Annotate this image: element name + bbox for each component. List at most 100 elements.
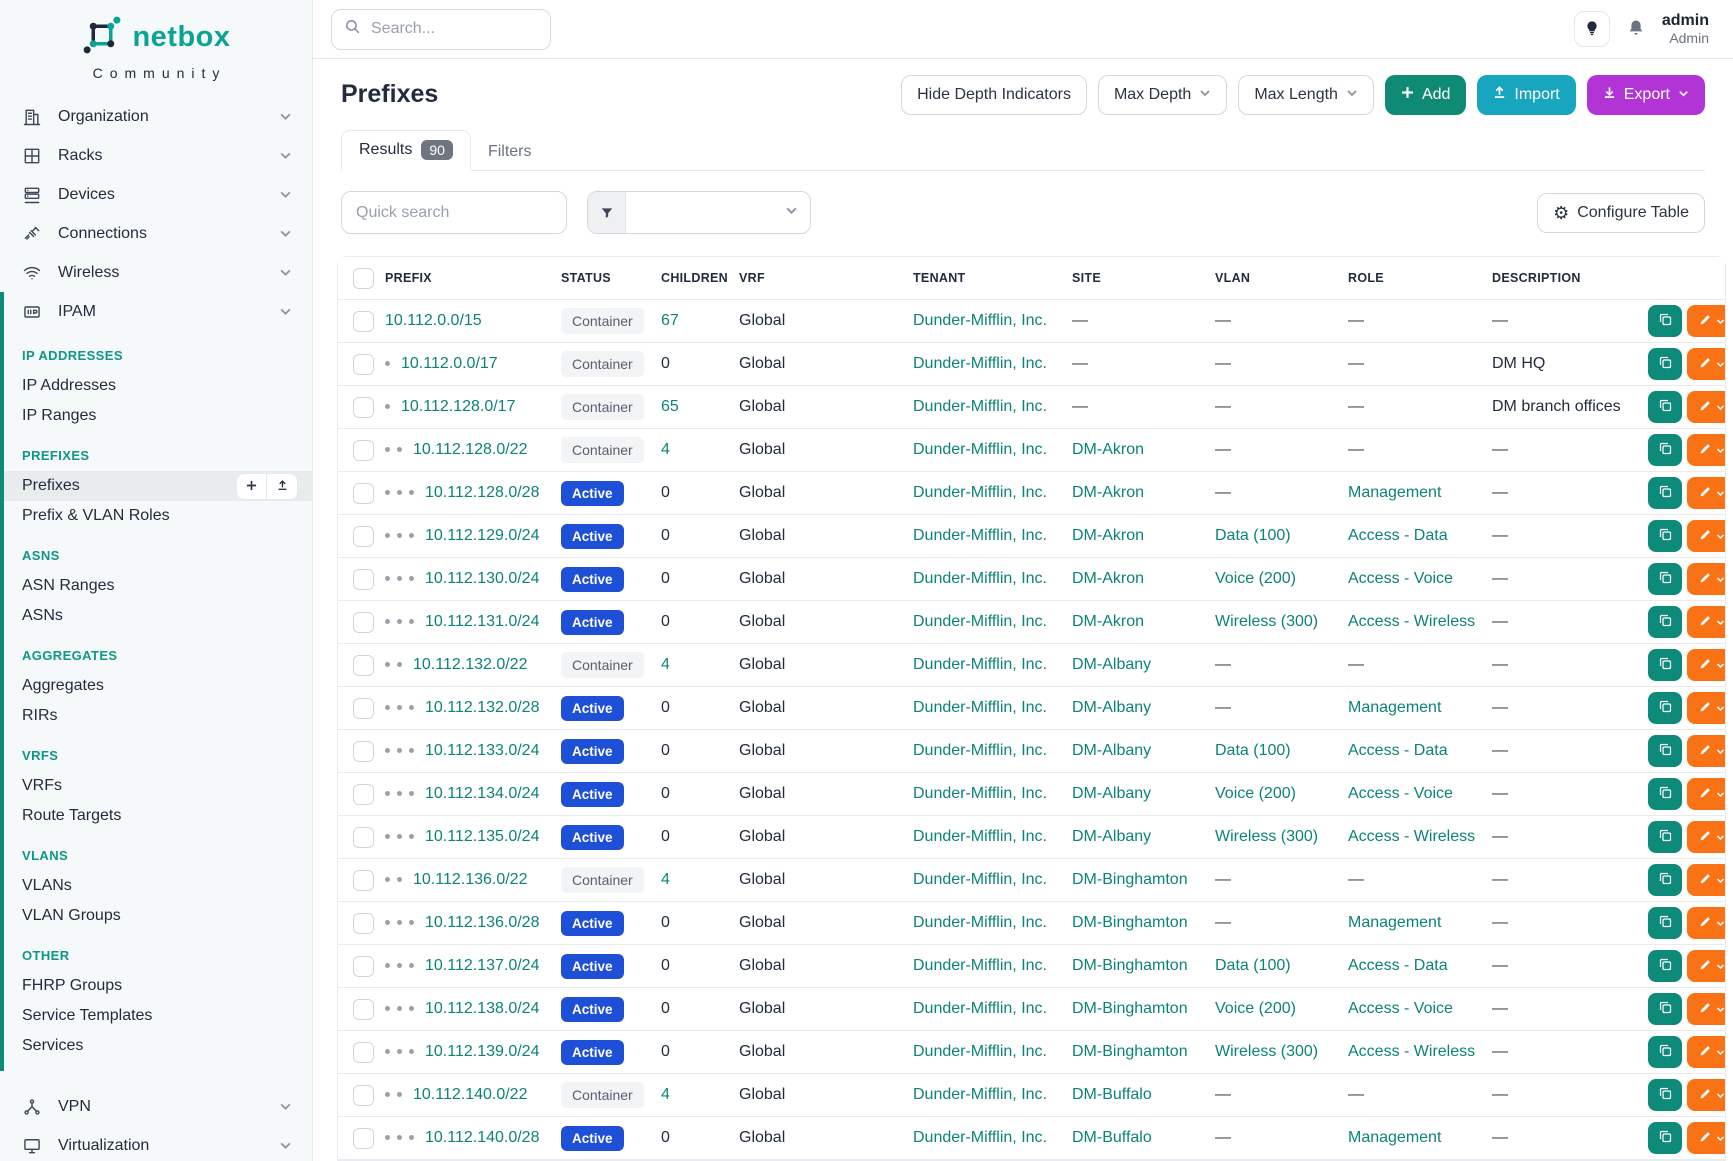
clone-button[interactable] bbox=[1648, 1079, 1682, 1111]
tenant-link[interactable]: Dunder-Mifflin, Inc. bbox=[913, 957, 1047, 974]
global-search[interactable] bbox=[331, 9, 551, 50]
row-checkbox[interactable] bbox=[353, 569, 374, 590]
sidebar-item-vrfs[interactable]: VRFs bbox=[4, 771, 312, 801]
clone-button[interactable] bbox=[1648, 864, 1682, 896]
add-button[interactable]: Add bbox=[1385, 75, 1466, 115]
prefix-link[interactable]: 10.112.137.0/24 bbox=[425, 957, 539, 974]
vlan-link[interactable]: Data (100) bbox=[1215, 742, 1291, 759]
quick-add-button[interactable] bbox=[236, 473, 267, 500]
prefix-link[interactable]: 10.112.139.0/24 bbox=[425, 1043, 539, 1060]
edit-dropdown-button[interactable] bbox=[1687, 692, 1725, 724]
column-header-tenant[interactable]: TENANT bbox=[904, 257, 1063, 300]
prefix-link[interactable]: 10.112.131.0/24 bbox=[425, 613, 539, 630]
edit-dropdown-button[interactable] bbox=[1687, 1079, 1725, 1111]
edit-dropdown-button[interactable] bbox=[1687, 348, 1725, 380]
prefix-link[interactable]: 10.112.132.0/22 bbox=[413, 656, 527, 673]
sidebar-item-connections[interactable]: Connections bbox=[0, 214, 312, 253]
edit-dropdown-button[interactable] bbox=[1687, 821, 1725, 853]
tenant-link[interactable]: Dunder-Mifflin, Inc. bbox=[913, 785, 1047, 802]
site-link[interactable]: DM-Buffalo bbox=[1072, 1129, 1152, 1146]
row-checkbox[interactable] bbox=[353, 827, 374, 848]
role-link[interactable]: Management bbox=[1348, 699, 1441, 716]
site-link[interactable]: DM-Akron bbox=[1072, 613, 1144, 630]
clone-button[interactable] bbox=[1648, 606, 1682, 638]
role-link[interactable]: Access - Data bbox=[1348, 527, 1448, 544]
sidebar-item-asn-ranges[interactable]: ASN Ranges bbox=[4, 571, 312, 601]
clone-button[interactable] bbox=[1648, 649, 1682, 681]
prefix-link[interactable]: 10.112.140.0/22 bbox=[413, 1086, 527, 1103]
row-checkbox[interactable] bbox=[353, 655, 374, 676]
sidebar-item-ipam[interactable]: IPAM bbox=[4, 292, 312, 331]
site-link[interactable]: DM-Buffalo bbox=[1072, 1086, 1152, 1103]
role-link[interactable]: Access - Voice bbox=[1348, 570, 1453, 587]
tenant-link[interactable]: Dunder-Mifflin, Inc. bbox=[913, 656, 1047, 673]
notifications-button[interactable] bbox=[1626, 18, 1646, 41]
sidebar-item-services[interactable]: Services bbox=[4, 1031, 312, 1061]
edit-dropdown-button[interactable] bbox=[1687, 907, 1725, 939]
edit-dropdown-button[interactable] bbox=[1687, 649, 1725, 681]
clone-button[interactable] bbox=[1648, 735, 1682, 767]
tenant-link[interactable]: Dunder-Mifflin, Inc. bbox=[913, 355, 1047, 372]
site-link[interactable]: DM-Binghamton bbox=[1072, 957, 1188, 974]
select-all-checkbox[interactable] bbox=[353, 268, 374, 289]
clone-button[interactable] bbox=[1648, 1122, 1682, 1154]
edit-dropdown-button[interactable] bbox=[1687, 1122, 1725, 1154]
edit-dropdown-button[interactable] bbox=[1687, 864, 1725, 896]
edit-dropdown-button[interactable] bbox=[1687, 778, 1725, 810]
vlan-link[interactable]: Data (100) bbox=[1215, 957, 1291, 974]
edit-dropdown-button[interactable] bbox=[1687, 520, 1725, 552]
sidebar-item-prefix-vlan-roles[interactable]: Prefix & VLAN Roles bbox=[4, 501, 312, 531]
vlan-link[interactable]: Data (100) bbox=[1215, 527, 1291, 544]
edit-dropdown-button[interactable] bbox=[1687, 1036, 1725, 1068]
sidebar-item-ip-addresses[interactable]: IP Addresses bbox=[4, 371, 312, 401]
sidebar-item-aggregates[interactable]: Aggregates bbox=[4, 671, 312, 701]
prefix-link[interactable]: 10.112.132.0/28 bbox=[425, 699, 539, 716]
max-length-dropdown[interactable]: Max Length bbox=[1238, 75, 1374, 115]
column-header-site[interactable]: SITE bbox=[1063, 257, 1206, 300]
tenant-link[interactable]: Dunder-Mifflin, Inc. bbox=[913, 312, 1047, 329]
row-checkbox[interactable] bbox=[353, 612, 374, 633]
clone-button[interactable] bbox=[1648, 434, 1682, 466]
row-checkbox[interactable] bbox=[353, 440, 374, 461]
sidebar-item-vlans[interactable]: VLANs bbox=[4, 871, 312, 901]
row-checkbox[interactable] bbox=[353, 741, 374, 762]
global-search-input[interactable] bbox=[371, 20, 538, 38]
site-link[interactable]: DM-Akron bbox=[1072, 441, 1144, 458]
column-header-description[interactable]: DESCRIPTION bbox=[1483, 257, 1639, 300]
site-link[interactable]: DM-Albany bbox=[1072, 742, 1151, 759]
site-link[interactable]: DM-Albany bbox=[1072, 828, 1151, 845]
prefix-link[interactable]: 10.112.128.0/17 bbox=[401, 398, 515, 415]
quick-search-input[interactable] bbox=[341, 191, 567, 234]
hide-depth-indicators-button[interactable]: Hide Depth Indicators bbox=[901, 75, 1087, 115]
tenant-link[interactable]: Dunder-Mifflin, Inc. bbox=[913, 527, 1047, 544]
tenant-link[interactable]: Dunder-Mifflin, Inc. bbox=[913, 742, 1047, 759]
column-header-children[interactable]: CHILDREN bbox=[652, 257, 730, 300]
vlan-link[interactable]: Wireless (300) bbox=[1215, 613, 1318, 630]
row-checkbox[interactable] bbox=[353, 956, 374, 977]
edit-dropdown-button[interactable] bbox=[1687, 606, 1725, 638]
row-checkbox[interactable] bbox=[353, 913, 374, 934]
clone-button[interactable] bbox=[1648, 950, 1682, 982]
sidebar-item-racks[interactable]: Racks bbox=[0, 136, 312, 175]
sidebar-item-rirs[interactable]: RIRs bbox=[4, 701, 312, 731]
role-link[interactable]: Access - Data bbox=[1348, 957, 1448, 974]
edit-dropdown-button[interactable] bbox=[1687, 391, 1725, 423]
export-dropdown[interactable]: Export bbox=[1587, 75, 1705, 115]
tenant-link[interactable]: Dunder-Mifflin, Inc. bbox=[913, 699, 1047, 716]
saved-filter-select[interactable] bbox=[587, 191, 811, 234]
children-count-link[interactable]: 65 bbox=[661, 398, 679, 415]
row-checkbox[interactable] bbox=[353, 1128, 374, 1149]
sidebar-item-route-targets[interactable]: Route Targets bbox=[4, 801, 312, 831]
site-link[interactable]: DM-Albany bbox=[1072, 656, 1151, 673]
row-checkbox[interactable] bbox=[353, 354, 374, 375]
children-count-link[interactable]: 4 bbox=[661, 656, 670, 673]
role-link[interactable]: Access - Voice bbox=[1348, 785, 1453, 802]
prefix-link[interactable]: 10.112.138.0/24 bbox=[425, 1000, 539, 1017]
tenant-link[interactable]: Dunder-Mifflin, Inc. bbox=[913, 828, 1047, 845]
site-link[interactable]: DM-Binghamton bbox=[1072, 914, 1188, 931]
prefix-link[interactable]: 10.112.133.0/24 bbox=[425, 742, 539, 759]
prefix-link[interactable]: 10.112.0.0/15 bbox=[385, 312, 482, 329]
edit-dropdown-button[interactable] bbox=[1687, 563, 1725, 595]
prefix-link[interactable]: 10.112.129.0/24 bbox=[425, 527, 539, 544]
clone-button[interactable] bbox=[1648, 993, 1682, 1025]
